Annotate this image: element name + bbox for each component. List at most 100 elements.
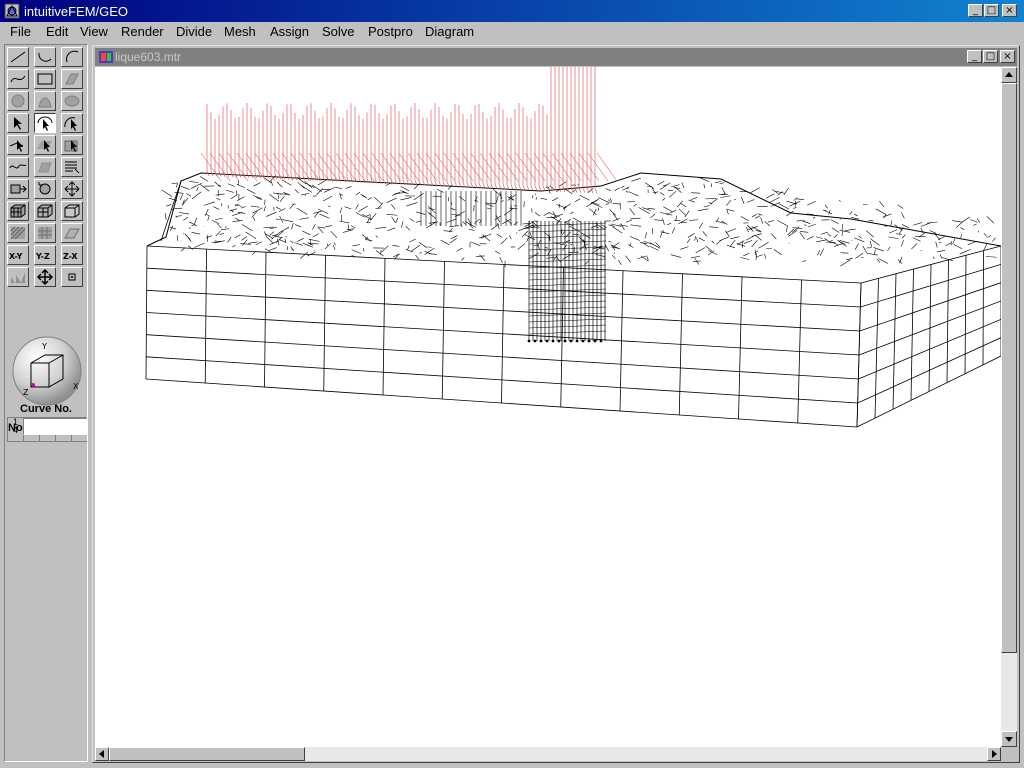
select-tool[interactable] xyxy=(7,113,29,133)
arc-tool[interactable] xyxy=(34,47,56,67)
select-point-tool[interactable] xyxy=(7,135,29,155)
close-icon: × xyxy=(1005,5,1014,16)
sphere-icon xyxy=(64,95,80,107)
revolve-tool[interactable] xyxy=(34,91,56,111)
list-icon xyxy=(65,161,80,174)
svg-text:Z-X: Z-X xyxy=(63,252,78,261)
scroll-left-button[interactable] xyxy=(95,747,109,761)
view-yz-button[interactable]: Y-Z xyxy=(34,245,56,265)
pan-tool[interactable] xyxy=(61,179,83,199)
close-button[interactable]: × xyxy=(1002,4,1017,17)
grid-tool[interactable] xyxy=(34,223,56,243)
close-icon: × xyxy=(1003,51,1012,62)
doc-close-button[interactable]: × xyxy=(1000,50,1015,63)
plane-tool[interactable] xyxy=(61,223,83,243)
rotate-icon xyxy=(38,182,51,195)
arc-3pt-icon xyxy=(66,50,79,63)
list-tool[interactable] xyxy=(61,157,83,177)
curve-number-label: Curve No. xyxy=(20,403,72,415)
maximize-button[interactable]: □ xyxy=(984,4,999,17)
rectangle-tool[interactable] xyxy=(34,69,56,89)
view-zx-button[interactable]: Z-X xyxy=(61,245,83,265)
app-titlebar: intuitiveFEM/GEO _ □ × xyxy=(0,0,1024,22)
horizontal-scroll-thumb[interactable] xyxy=(109,747,305,761)
surface-icon xyxy=(65,73,79,85)
scroll-down-button[interactable] xyxy=(1001,731,1017,747)
menu-diagram[interactable]: Diagram xyxy=(425,24,474,39)
wave-tool[interactable] xyxy=(7,157,29,177)
svg-text:X-Y: X-Y xyxy=(9,252,23,261)
fit-view-button[interactable] xyxy=(34,267,56,287)
doc-maximize-button[interactable]: □ xyxy=(983,50,998,63)
tool-palette: X-Y Y-Z Z-X Y X Z 1 4 1 3 1 2 2 3 1 Curv… xyxy=(4,44,88,762)
vertical-scroll-thumb[interactable] xyxy=(1001,83,1017,653)
menu-file[interactable]: File xyxy=(10,24,31,39)
sphere-tool[interactable] xyxy=(61,91,83,111)
document-icon[interactable] xyxy=(98,49,114,65)
surface-tool[interactable] xyxy=(61,69,83,89)
move-box-icon xyxy=(10,184,27,194)
point-tool[interactable] xyxy=(61,267,83,287)
vertical-scrollbar[interactable] xyxy=(1001,67,1017,747)
mesh-solid-tool[interactable] xyxy=(34,201,56,221)
scroll-right-button[interactable] xyxy=(987,747,1001,761)
menu-bar: File Edit View Render Divide Mesh Assign… xyxy=(0,22,1024,42)
sweep-icon xyxy=(38,162,52,173)
view-yz-icon: Y-Z xyxy=(36,252,50,261)
model-viewport[interactable] xyxy=(95,67,1001,747)
fit-arrows-icon xyxy=(36,269,54,285)
select-curve-tool[interactable] xyxy=(61,113,83,133)
axis-origin-dot xyxy=(31,383,35,387)
minimize-button[interactable]: _ xyxy=(968,4,983,17)
document-titlebar: lique603.mtr _ □ × xyxy=(95,48,1017,66)
mesh-box-tool[interactable] xyxy=(7,201,29,221)
document-title: lique603.mtr xyxy=(115,50,182,64)
menu-render[interactable]: Render xyxy=(121,24,164,39)
arrow-down-icon xyxy=(1005,737,1013,742)
sweep-tool[interactable] xyxy=(34,157,56,177)
select-volume-tool[interactable] xyxy=(61,135,83,155)
horizontal-scrollbar[interactable] xyxy=(95,747,1001,761)
arrow-surface-icon xyxy=(37,140,52,152)
select-surface-tool[interactable] xyxy=(34,135,56,155)
scroll-up-button[interactable] xyxy=(1001,67,1017,83)
hatch-tool[interactable] xyxy=(7,223,29,243)
select-arc-tool[interactable] xyxy=(34,113,56,133)
move-arrows-icon xyxy=(64,181,80,197)
rotate-tool[interactable] xyxy=(34,179,56,199)
app-title: intuitiveFEM/GEO xyxy=(24,4,129,19)
menu-edit[interactable]: Edit xyxy=(46,24,68,39)
curve-number-input[interactable] xyxy=(23,418,87,435)
app-icon[interactable] xyxy=(4,3,20,19)
rectangle-icon xyxy=(37,73,53,85)
spline-tool[interactable] xyxy=(7,69,29,89)
wave-icon xyxy=(9,164,27,169)
circle-icon xyxy=(11,94,25,108)
document-window: lique603.mtr _ □ × xyxy=(92,45,1020,763)
fem-mesh-view xyxy=(145,67,1001,428)
box-icon xyxy=(64,204,80,218)
menu-divide[interactable]: Divide xyxy=(176,24,212,39)
view-xy-button[interactable]: X-Y xyxy=(7,245,29,265)
menu-mesh[interactable]: Mesh xyxy=(224,24,256,39)
plane-icon xyxy=(64,228,80,239)
minimize-icon: _ xyxy=(973,5,978,16)
line-tool[interactable] xyxy=(7,47,29,67)
doc-minimize-button[interactable]: _ xyxy=(967,50,982,63)
axis-y-label: Y xyxy=(41,342,47,351)
grid-icon xyxy=(38,227,52,239)
axis-orientation-widget[interactable]: Y X Z xyxy=(11,335,83,407)
arrow-volume-icon xyxy=(64,140,78,152)
view-3d-button[interactable] xyxy=(7,267,29,287)
minimize-icon: _ xyxy=(972,51,977,62)
menu-solve[interactable]: Solve xyxy=(322,24,355,39)
move-tool[interactable] xyxy=(7,179,29,199)
box-tool[interactable] xyxy=(61,201,83,221)
menu-assign[interactable]: Assign xyxy=(270,24,309,39)
menu-view[interactable]: View xyxy=(80,24,108,39)
circle-tool[interactable] xyxy=(7,91,29,111)
menu-postpro[interactable]: Postpro xyxy=(368,24,413,39)
svg-text:Y-Z: Y-Z xyxy=(36,252,50,261)
arc-3pt-tool[interactable] xyxy=(61,47,83,67)
arc-icon xyxy=(38,52,52,62)
